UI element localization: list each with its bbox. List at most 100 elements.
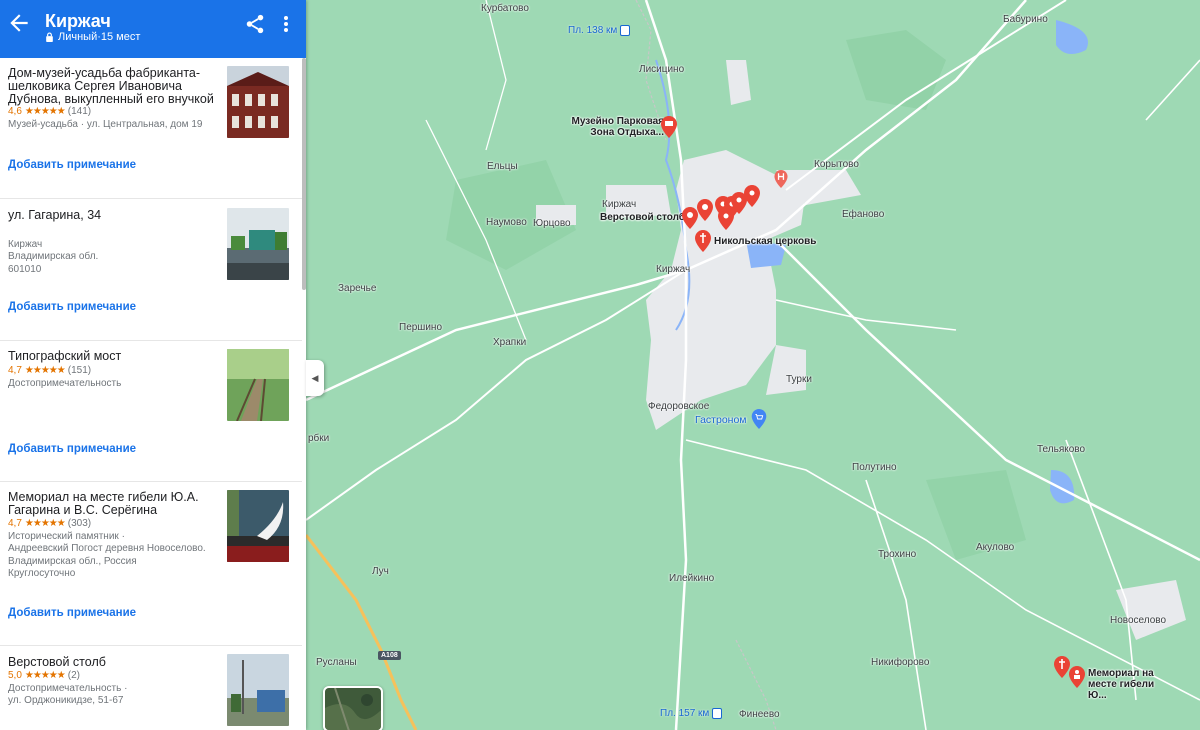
village-label: Полутино (852, 462, 897, 473)
village-label: Киржач (602, 199, 637, 210)
poi-label-park[interactable]: Музейно Парковая Зона Отдыха... (568, 116, 665, 138)
place-meta: Исторический памятник · Андреевский Пого… (8, 531, 206, 579)
place-meta: Достопримечательность · ул. Орджоникидзе… (8, 683, 128, 707)
chevron-left-icon: ◀ (311, 372, 319, 383)
place-rating: 4,7 ★★★★★ (303) (8, 518, 91, 529)
scrollbar[interactable] (302, 58, 306, 290)
back-arrow-icon[interactable] (6, 10, 32, 36)
place-rating: 4,7 ★★★★★ (151) (8, 365, 91, 376)
village-label: Трохино (878, 549, 917, 560)
place-photo[interactable] (227, 208, 289, 280)
poi-label-church[interactable]: Никольская церковь (714, 236, 816, 247)
rating-value: 5,0 (8, 670, 22, 681)
museum-pin-icon[interactable] (661, 116, 677, 138)
village-label: Акулово (976, 542, 1015, 553)
add-note-link[interactable]: Добавить примечание (8, 301, 136, 313)
village-label: Бабурино (1003, 14, 1048, 25)
place-photo[interactable] (227, 349, 289, 421)
list-privacy-count: Личный·15 мест (58, 31, 141, 43)
village-label: Луч (372, 566, 389, 577)
collapse-panel-button[interactable]: ◀ (306, 360, 324, 396)
place-photo[interactable] (227, 490, 289, 562)
place-card[interactable]: Верстовой столб 5,0 ★★★★★ (2) Достоприме… (0, 646, 302, 730)
place-photo[interactable] (227, 66, 289, 138)
place-card[interactable]: Мемориал на месте гибели Ю.А. Гагарина и… (0, 482, 302, 646)
village-label: Русланы (316, 657, 357, 668)
train-station-label[interactable]: Пл. 157 км (660, 708, 723, 719)
camera-pin-icon[interactable] (697, 199, 713, 221)
shopping-cart-icon[interactable] (751, 409, 767, 429)
place-meta: Киржач Владимирская обл. 601010 (8, 239, 99, 275)
train-station-label[interactable]: Пл. 138 км (568, 25, 631, 36)
place-meta: Достопримечательность (8, 378, 122, 389)
village-label: Илейкино (669, 573, 715, 584)
star-rating-icon: ★★★★★ (24, 518, 66, 529)
village-label: Заречье (338, 283, 377, 294)
hospital-icon[interactable] (774, 170, 788, 188)
village-label: Першино (399, 322, 443, 333)
poi-label-gastronom[interactable]: Гастроном (695, 414, 747, 426)
village-label: Корытово (814, 159, 859, 170)
village-label: Федоровское (648, 401, 710, 412)
place-pin-icon[interactable] (718, 208, 734, 230)
review-count: (2) (67, 670, 80, 681)
village-label: рбки (308, 433, 330, 444)
places-panel: Киржач Личный·15 мест Дом-музей-усадьба … (0, 0, 306, 730)
poi-label-memorial[interactable]: Мемориал на месте гибели Ю... (1088, 668, 1168, 701)
village-label: Храпки (493, 337, 527, 348)
review-count: (151) (67, 365, 92, 376)
village-label: Никифорово (871, 657, 930, 668)
star-rating-icon: ★★★★★ (24, 670, 66, 681)
road-number-sign: A108 (378, 651, 401, 660)
place-card[interactable]: Типографский мост 4,7 ★★★★★ (151) Достоп… (0, 341, 302, 482)
star-rating-icon: ★★★★★ (24, 365, 66, 376)
place-card[interactable]: ул. Гагарина, 34 Киржач Владимирская обл… (0, 199, 302, 341)
church-pin-icon[interactable] (695, 230, 711, 252)
village-label: Ефаново (842, 209, 885, 220)
map-canvas[interactable]: Курбатово Бабурино Лисицино Ельцы Наумов… (306, 0, 1200, 730)
place-title: Мемориал на месте гибели Ю.А. Гагарина и… (8, 490, 199, 517)
add-note-link[interactable]: Добавить примечание (8, 443, 136, 455)
village-label: Финеево (739, 709, 780, 720)
camera-pin-icon[interactable] (682, 207, 698, 229)
village-label: Наумово (486, 217, 527, 228)
place-photo[interactable] (227, 654, 289, 726)
village-label: Турки (786, 374, 812, 385)
place-pin-icon[interactable] (744, 185, 760, 207)
panel-header: Киржач Личный·15 мест (0, 0, 306, 58)
train-icon (620, 25, 631, 36)
place-card[interactable]: Дом-музей-усадьба фабриканта-шелковика С… (0, 58, 302, 199)
place-title: ул. Гагарина, 34 (8, 208, 102, 222)
review-count: (303) (67, 518, 92, 529)
add-note-link[interactable]: Добавить примечание (8, 159, 136, 171)
rating-value: 4,7 (8, 365, 22, 376)
lock-icon (46, 32, 53, 42)
more-vert-icon[interactable] (278, 13, 294, 35)
town-label: Киржач (656, 264, 691, 275)
train-icon (712, 708, 723, 719)
place-meta: Музей-усадьба · ул. Центральная, дом 19 (8, 119, 203, 130)
poi-label-verst-pole[interactable]: Верстовой столб (600, 212, 685, 223)
village-label: Тельяково (1037, 444, 1086, 455)
memorial-pin-icon[interactable] (1069, 666, 1085, 688)
village-label: Курбатово (481, 3, 529, 14)
add-note-link[interactable]: Добавить примечание (8, 607, 136, 619)
place-title: Дом-музей-усадьба фабриканта-шелковика С… (8, 66, 214, 106)
place-title: Верстовой столб (8, 655, 106, 669)
list-title: Киржач (45, 11, 111, 31)
village-label: Лисицино (639, 64, 685, 75)
village-label: Ельцы (487, 161, 518, 172)
place-rating: 5,0 ★★★★★ (2) (8, 670, 80, 681)
share-icon[interactable] (244, 13, 266, 35)
church-pin-icon[interactable] (1054, 656, 1070, 678)
review-count: (141) (67, 106, 92, 117)
place-title: Типографский мост (8, 349, 122, 363)
map-base (306, 0, 1200, 730)
village-label: Новоселово (1110, 615, 1167, 626)
rating-value: 4,7 (8, 518, 22, 529)
place-rating: 4,6 ★★★★★ (141) (8, 106, 91, 117)
village-label: Юрцово (533, 218, 571, 229)
satellite-layer-button[interactable] (323, 686, 383, 730)
list-subtitle: Личный·15 мест (45, 31, 140, 43)
star-rating-icon: ★★★★★ (24, 106, 66, 117)
